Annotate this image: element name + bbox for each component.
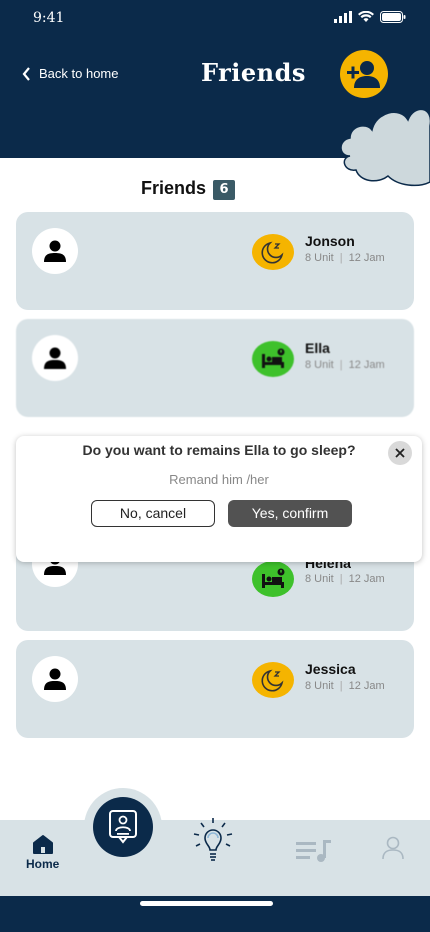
bed-status-button[interactable] (252, 341, 294, 377)
home-indicator (140, 901, 273, 906)
sleep-status-button[interactable] (252, 234, 294, 270)
lightbulb-icon (193, 818, 233, 861)
friend-card-jonson[interactable]: Jonson 8 Unit | 12 Jam (16, 212, 414, 310)
wifi-icon (358, 11, 374, 22)
friend-name: Ella (305, 340, 330, 356)
signal-icon (334, 11, 352, 23)
friend-unit: 8 Unit (305, 680, 334, 692)
friend-card-jessica[interactable]: Jessica 8 Unit | 12 Jam (16, 640, 414, 738)
person-icon (44, 668, 66, 690)
back-label: Back to home (39, 66, 119, 81)
friend-unit: 8 Unit (305, 359, 334, 371)
dialog-question: Do you want to remains Ella to go sleep? (82, 442, 356, 458)
back-to-home-link[interactable]: Back to home (22, 66, 119, 81)
status-time: 9:41 (33, 10, 65, 26)
chevron-left-icon (22, 66, 30, 81)
page-title: Friends (201, 58, 306, 87)
confirm-dialog: Do you want to remains Ella to go sleep?… (16, 436, 422, 562)
tab-music[interactable] (296, 838, 332, 864)
status-icons (334, 11, 406, 23)
profile-card-icon (109, 810, 137, 844)
home-icon (32, 835, 53, 854)
cloud-decoration (340, 108, 430, 187)
tab-bar: Home (0, 818, 430, 896)
bed-icon (262, 348, 285, 368)
add-friend-button[interactable] (340, 50, 388, 98)
friend-unit: 8 Unit (305, 573, 334, 585)
dialog-subtitle: Remand him /her (169, 472, 269, 487)
friend-meta: 8 Unit | 12 Jam (305, 252, 385, 264)
tab-tips[interactable] (190, 816, 236, 868)
tab-home[interactable]: Home (26, 834, 59, 871)
friends-screen: 9:41 Back to home Friends Friends 6 Jons… (0, 0, 430, 932)
cancel-button[interactable]: No, cancel (91, 500, 215, 527)
friend-name: Jessica (305, 661, 356, 677)
tab-home-label: Home (26, 857, 60, 871)
close-icon (395, 448, 405, 458)
friend-meta: 8 Unit | 12 Jam (305, 359, 385, 371)
bed-icon (262, 568, 285, 588)
close-dialog-button[interactable] (388, 441, 412, 465)
divider: | (339, 359, 343, 371)
friend-time: 12 Jam (348, 359, 385, 371)
friend-count-badge: 6 (213, 180, 235, 200)
bed-status-button[interactable] (252, 561, 294, 597)
moon-icon (261, 669, 284, 692)
sleep-status-button[interactable] (252, 662, 294, 698)
friend-meta: 8 Unit | 12 Jam (305, 573, 385, 585)
friend-unit: 8 Unit (305, 252, 334, 264)
playlist-icon (296, 840, 331, 862)
person-icon (44, 240, 66, 262)
divider: | (339, 680, 343, 692)
friend-card-ella[interactable]: Ella 8 Unit | 12 Jam (16, 319, 414, 417)
friend-name: Jonson (305, 233, 355, 249)
divider: | (339, 573, 343, 585)
confirm-button[interactable]: Yes, confirm (228, 500, 352, 527)
divider: | (339, 252, 343, 264)
user-icon (382, 836, 404, 860)
friend-time: 12 Jam (348, 573, 385, 585)
status-bar: 9:41 (0, 0, 430, 36)
avatar (32, 656, 78, 702)
friend-time: 12 Jam (348, 680, 385, 692)
tab-profile[interactable] (382, 836, 404, 860)
avatar (32, 335, 78, 381)
moon-icon (261, 241, 284, 264)
person-icon (44, 347, 66, 369)
friend-time: 12 Jam (348, 252, 385, 264)
profile-card-button[interactable] (93, 797, 153, 857)
avatar (32, 228, 78, 274)
battery-icon (380, 11, 406, 23)
add-user-icon (347, 61, 380, 88)
section-title: Friends (141, 178, 207, 198)
friend-meta: 8 Unit | 12 Jam (305, 680, 385, 692)
